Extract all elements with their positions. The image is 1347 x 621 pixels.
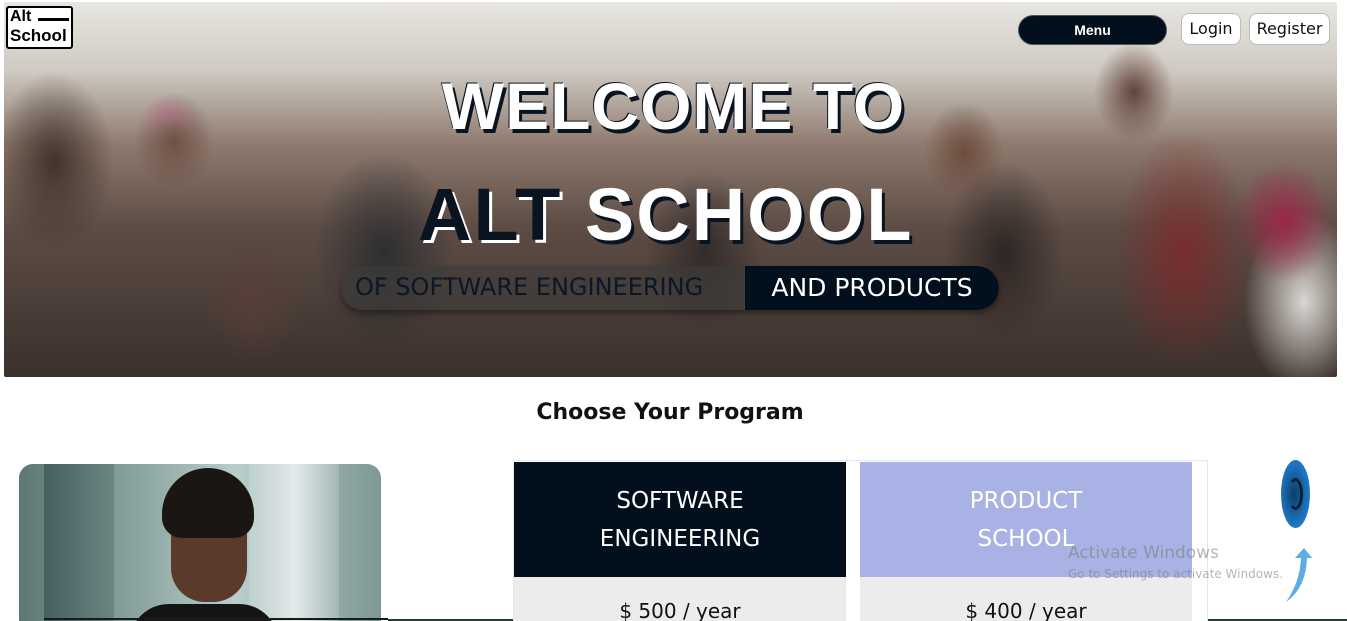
program-card-header: SOFTWARE ENGINEERING	[514, 462, 846, 577]
logo-bar	[38, 18, 69, 21]
activate-windows-watermark: Activate Windows Go to Settings to activ…	[1068, 541, 1283, 583]
logo-text-alt: Alt	[10, 8, 32, 25]
phone-icon-handset	[1288, 478, 1303, 510]
alt-school-logo[interactable]: Alt School	[6, 6, 73, 49]
watermark-title: Activate Windows	[1068, 543, 1219, 563]
arrow-up-icon[interactable]	[1282, 544, 1312, 606]
hero-title-alt: ALT	[418, 173, 563, 256]
program-name-line1: PRODUCT	[969, 487, 1083, 514]
logo-text-school: School	[10, 26, 67, 45]
register-button[interactable]: Register	[1249, 13, 1330, 45]
watermark-subtitle: Go to Settings to activate Windows.	[1068, 567, 1283, 581]
program-price: $ 500 / year	[514, 577, 846, 621]
program-name-line2: SCHOOL	[977, 525, 1075, 552]
program-name-line2: ENGINEERING	[599, 525, 761, 552]
program-card-software-engineering[interactable]: SOFTWARE ENGINEERING $ 500 / year	[514, 462, 846, 621]
tagline-software-engineering: OF SOFTWARE ENGINEERING	[355, 273, 704, 301]
hero-title-welcome: WELCOME TO	[441, 69, 906, 143]
hero-title-alt-school: ALT SCHOOL	[418, 172, 913, 257]
menu-button[interactable]: Menu	[1018, 15, 1167, 45]
tagline-and-products: AND PRODUCTS	[745, 266, 999, 310]
photo-background-light	[249, 464, 339, 621]
photo-background-pillar	[44, 464, 114, 621]
program-price: $ 400 / year	[860, 577, 1192, 621]
program-name-line1: SOFTWARE	[616, 487, 744, 514]
photo-person-hair	[162, 468, 254, 538]
phone-icon[interactable]	[1281, 460, 1310, 528]
section-title: Choose Your Program	[536, 400, 804, 425]
student-photo	[19, 464, 381, 621]
hero-title-school: SCHOOL	[584, 173, 914, 256]
photo-underline	[44, 618, 388, 620]
login-button[interactable]: Login	[1181, 13, 1241, 45]
hero-tagline: OF SOFTWARE ENGINEERING AND PRODUCTS	[341, 266, 999, 310]
